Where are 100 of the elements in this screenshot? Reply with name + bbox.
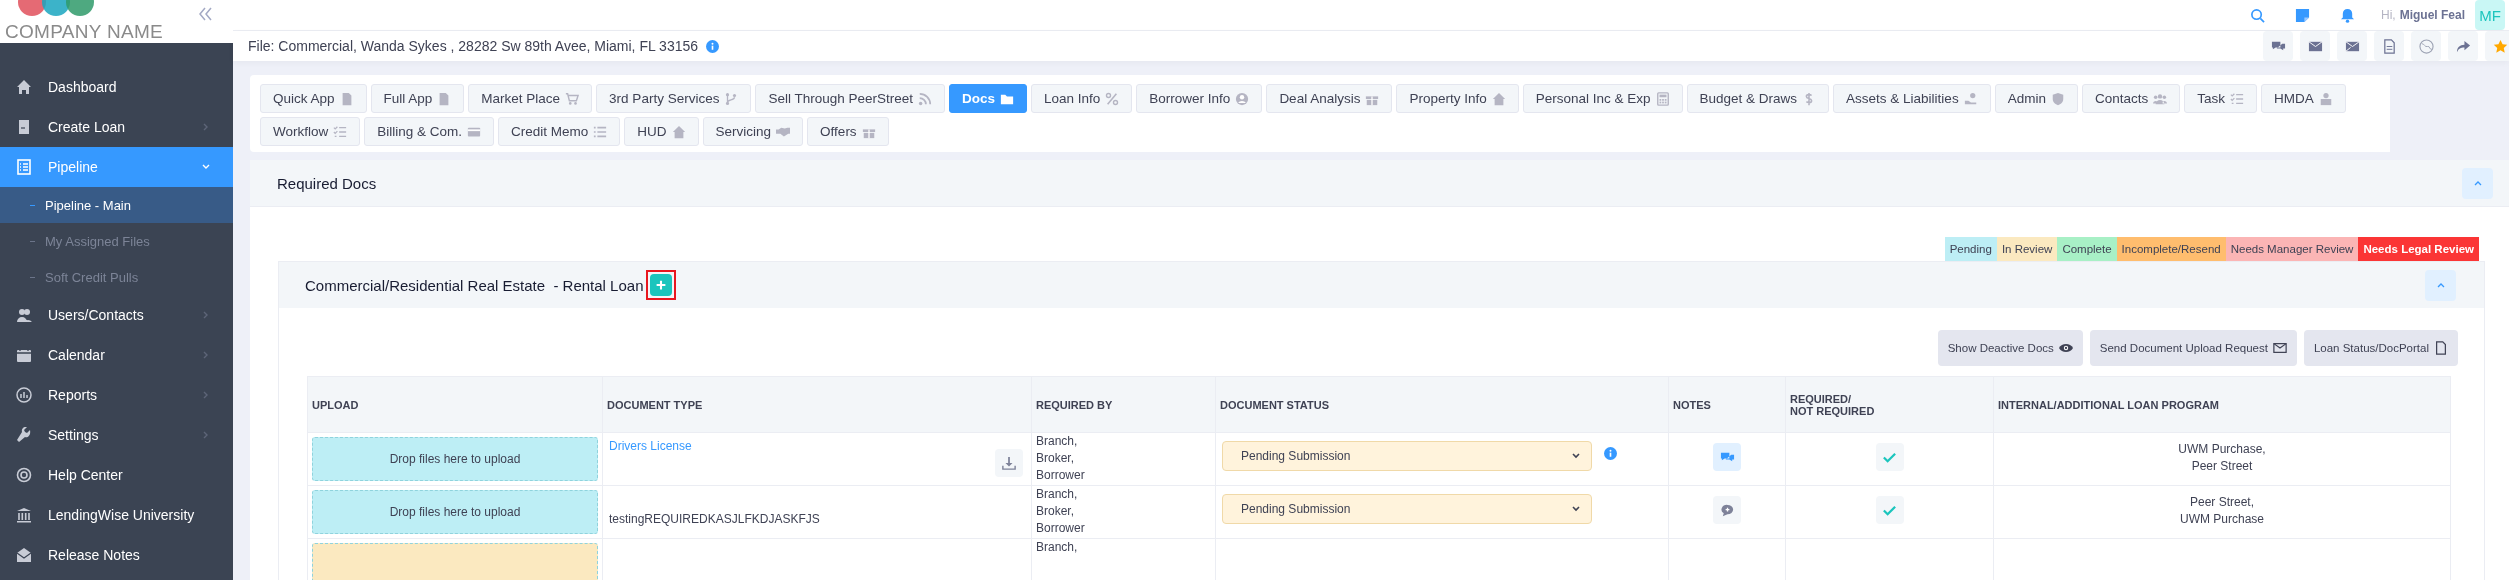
tab[interactable]: Workflow: [260, 117, 361, 146]
company-name: COMPANY NAME: [5, 21, 164, 43]
rss-icon: [918, 91, 932, 106]
calculator-icon: [1655, 91, 1670, 106]
column-header: DOCUMENT TYPE: [602, 377, 1031, 432]
shield-icon: [2050, 91, 2065, 106]
hand-coin-icon: [1963, 91, 1978, 106]
envelope-button[interactable]: [2337, 31, 2367, 61]
house-icon: [1491, 91, 1506, 106]
required-by-text: Branch,: [1036, 539, 1078, 556]
sidebar-item[interactable]: Settings: [0, 415, 233, 455]
lifebuoy-icon: [16, 467, 32, 483]
double-chevron-left-icon[interactable]: [197, 6, 213, 22]
tab[interactable]: HMDA: [2260, 84, 2346, 113]
user-circle-icon: [1235, 91, 1250, 106]
tab[interactable]: Contacts: [2081, 84, 2181, 113]
add-note-button[interactable]: [1713, 496, 1741, 524]
download-button[interactable]: [995, 449, 1023, 477]
status-legend-item: Pending: [1944, 237, 1997, 261]
status-legend-item: Needs Manager Review: [2225, 237, 2359, 261]
tab[interactable]: Budget & Draws: [1686, 84, 1830, 113]
tab[interactable]: Offers: [807, 117, 889, 146]
status-legend-item: Incomplete/Resend: [2116, 237, 2226, 261]
star-icon: [2492, 38, 2508, 54]
envelope-icon: [2344, 38, 2360, 54]
chevron-down-icon: [1571, 451, 1581, 461]
sidebar-item[interactable]: Reports: [0, 375, 233, 415]
tab[interactable]: Personal Inc & Exp: [1522, 84, 1683, 113]
tab[interactable]: Admin: [1994, 84, 2078, 113]
document-button[interactable]: [2374, 31, 2404, 61]
tab[interactable]: Credit Memo: [498, 117, 621, 146]
users-icon: [16, 307, 32, 323]
status-legend-item: In Review: [1996, 237, 2058, 261]
tab[interactable]: Loan Info: [1031, 84, 1133, 113]
tab[interactable]: Full App: [370, 84, 465, 113]
search-icon[interactable]: [2250, 7, 2265, 23]
star-button[interactable]: [2485, 31, 2509, 61]
share-arrow-button[interactable]: [2448, 31, 2478, 61]
user-name[interactable]: Miguel Feal: [2399, 8, 2465, 22]
sidebar-item[interactable]: Users/Contacts: [0, 295, 233, 335]
calendar-icon: [16, 347, 32, 363]
sidebar-item[interactable]: Dashboard: [0, 67, 233, 107]
sidebar-item[interactable]: Help Center: [0, 455, 233, 495]
info-icon[interactable]: [706, 39, 720, 53]
sidebar-item[interactable]: Calendar: [0, 335, 233, 375]
sidebar-item[interactable]: Release Notes: [0, 535, 233, 575]
loan-status-button[interactable]: Loan Status/DocPortal: [2303, 330, 2458, 366]
chevron-down-icon: [1571, 504, 1581, 514]
status-select[interactable]: Pending Submission: [1222, 441, 1592, 471]
bell-icon[interactable]: [2340, 7, 2355, 23]
globe-button[interactable]: [2411, 31, 2441, 61]
envelope-icon: [2272, 341, 2287, 355]
checklist-icon: [2229, 91, 2244, 106]
chart-circle-icon: [16, 387, 32, 403]
list-icon: [16, 159, 32, 175]
sidebar-subitem[interactable]: Pipeline - Main: [0, 187, 233, 223]
tab[interactable]: Borrower Info: [1136, 84, 1263, 113]
tab[interactable]: Sell Through PeerStreet: [755, 84, 945, 113]
required-checkbox[interactable]: [1875, 496, 1904, 524]
tab[interactable]: Market Place: [468, 84, 593, 113]
share-arrow-icon: [2455, 38, 2471, 54]
column-header: INTERNAL/ADDITIONAL LOAN PROGRAM: [1993, 377, 2450, 432]
greeting: Hi,: [2381, 8, 2396, 22]
tab[interactable]: Deal Analysis: [1266, 84, 1393, 113]
tab[interactable]: 3rd Party Services: [596, 84, 752, 113]
upload-dropzone[interactable]: Drop files here to upload: [312, 437, 598, 481]
sticky-note-icon[interactable]: [2295, 7, 2310, 23]
sidebar-item[interactable]: LendingWise University: [0, 495, 233, 535]
tab[interactable]: Property Info: [1396, 84, 1519, 113]
column-header: UPLOAD: [311, 397, 360, 413]
required-checkbox[interactable]: [1875, 443, 1904, 471]
tab[interactable]: Assets & Liabilities: [1833, 84, 1991, 113]
notes-button[interactable]: [1713, 443, 1741, 471]
required-by-text: Branch, Broker, Borrower: [1036, 433, 1085, 484]
show-deactive-docs-button[interactable]: Show Deactive Docs: [1937, 330, 2083, 366]
tab[interactable]: Billing & Com.: [364, 117, 495, 146]
send-request-button[interactable]: Send Document Upload Request: [2089, 330, 2297, 366]
tab[interactable]: Task: [2184, 84, 2257, 113]
eye-icon: [2058, 341, 2073, 355]
chat-button[interactable]: [2263, 31, 2293, 61]
column-header: REQUIRED/ NOT REQUIRED: [1785, 377, 1993, 432]
tab[interactable]: HUD: [624, 117, 699, 146]
envelope-button[interactable]: [2300, 31, 2330, 61]
loan-program-text: UWM Purchase, Peer Street: [2178, 441, 2266, 475]
list-icon: [593, 124, 608, 139]
wrench-icon: [16, 427, 32, 443]
upload-dropzone[interactable]: Drop files here to upload: [312, 490, 598, 534]
card-title: Required Docs: [277, 174, 377, 192]
sidebar-item[interactable]: Create Loan: [0, 107, 233, 147]
document-icon: [2381, 38, 2397, 54]
house-icon: [16, 79, 32, 95]
column-header: DOCUMENT STATUS: [1215, 377, 1668, 432]
cart-icon: [565, 91, 580, 106]
tab[interactable]: Servicing: [702, 117, 804, 146]
status-select[interactable]: Pending Submission: [1222, 494, 1592, 524]
tab[interactable]: Quick App: [260, 84, 367, 113]
section-title: Commercial/Residential Real Estate - Rental Loan: [305, 276, 644, 294]
users-icon: [2153, 91, 2168, 106]
file-title: File: Commercial, Wanda Sykes , 28282 Sw 89th Avee, Miami, FL 33156: [248, 38, 699, 54]
status-legend-item: Needs Legal Review: [2358, 237, 2479, 261]
